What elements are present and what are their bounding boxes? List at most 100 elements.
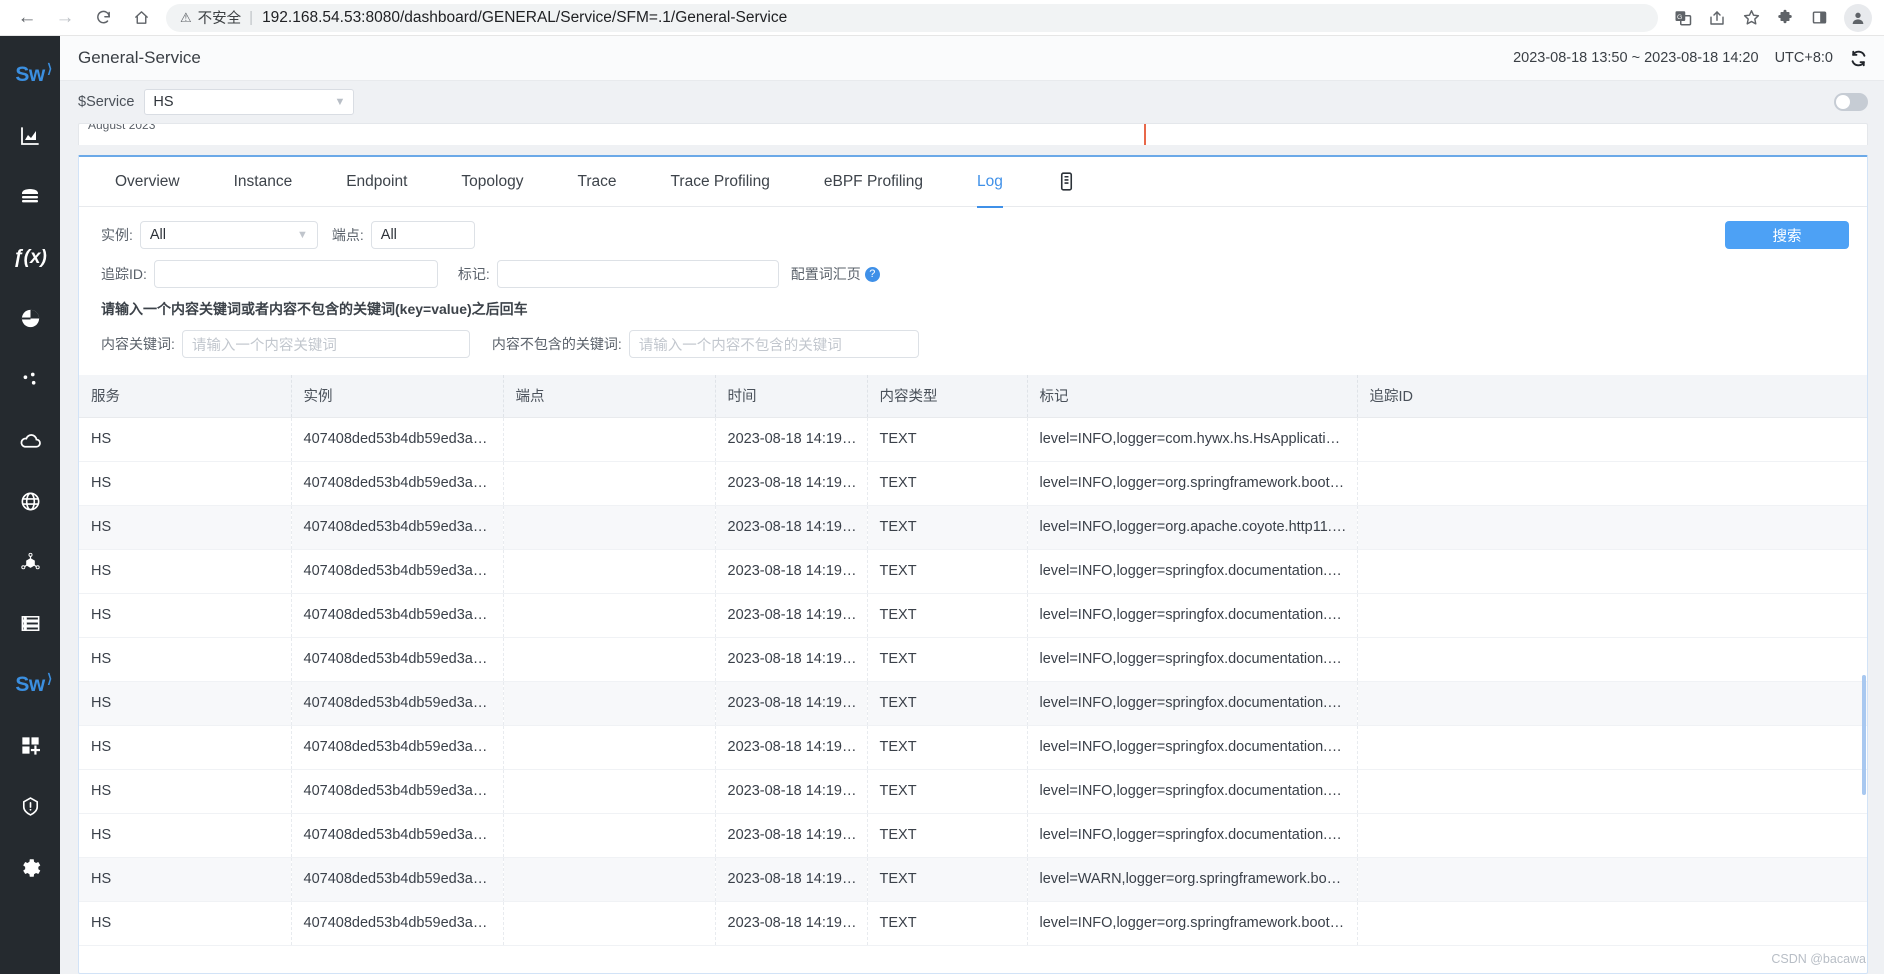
keyword-input[interactable]: 请输入一个内容关键词 [181,330,470,358]
sidebar-item-logo[interactable]: Sw ⟩ [0,44,60,105]
cell-service: HS [79,857,292,902]
endpoint-input-value: All [380,227,397,243]
tags-input[interactable] [496,260,779,288]
cell-tags: level=INFO,logger=com.hywx.hs.HsApplicat… [1027,417,1358,462]
sidebar-item-cloud[interactable] [0,410,60,471]
cell-endpoint [503,769,716,814]
copy-document-icon[interactable] [1057,171,1076,192]
sidebar-item-scatter[interactable] [0,349,60,410]
sidebar: Sw ⟩ ƒ(x) Sw ⟩ [0,36,60,974]
table-row[interactable]: HS 407408ded53b4db59ed3abf636… 2023-08-18 … [79,417,1867,462]
table-row[interactable]: HS 407408ded53b4db59ed3abf636… 2023-08-18 … [79,637,1867,682]
cell-time: 2023-08-18 14:19:52 [715,769,868,814]
gear-icon [18,856,42,880]
table-row[interactable]: HS 407408ded53b4db59ed3abf636… 2023-08-18 … [79,681,1867,726]
cell-instance: 407408ded53b4db59ed3abf636… [291,769,504,814]
column-header-service[interactable]: 服务 [79,375,292,418]
sidebar-item-network[interactable] [0,471,60,532]
endpoint-filter-label: 端点: [331,227,364,243]
table-row[interactable]: HS 407408ded53b4db59ed3abf636… 2023-08-18 … [79,725,1867,770]
forward-arrow-icon[interactable]: → [46,3,84,33]
cell-time: 2023-08-18 14:19:53 [715,417,868,462]
share-icon[interactable] [1702,3,1732,33]
reload-icon[interactable] [84,3,122,33]
cell-endpoint [503,417,716,462]
table-row[interactable]: HS 407408ded53b4db59ed3abf636… 2023-08-18 … [79,857,1867,902]
cell-trace-id [1357,857,1867,902]
tab-trace[interactable]: Trace [577,158,616,208]
app-root: Sw ⟩ ƒ(x) Sw ⟩ General-Service 2023-08-1… [0,36,1884,974]
table-row[interactable]: HS 407408ded53b4db59ed3abf636… 2023-08-18 … [79,769,1867,814]
auto-refresh-toggle[interactable] [1834,93,1868,111]
service-select[interactable]: HS ▼ [144,89,355,115]
cell-instance: 407408ded53b4db59ed3abf636… [291,461,504,506]
tab-instance[interactable]: Instance [234,158,293,208]
column-header-time[interactable]: 时间 [715,375,868,418]
side-panel-icon[interactable] [1804,3,1834,33]
instance-filter-label: 实例: [101,227,133,243]
question-mark-icon[interactable]: ? [864,266,880,282]
log-table: 服务 实例 端点 时间 内容类型 标记 追踪ID HS 407408ded53b4… [79,375,1867,946]
column-header-content-type[interactable]: 内容类型 [867,375,1028,418]
column-header-trace-id[interactable]: 追踪ID [1357,375,1867,418]
table-scrollbar[interactable] [1861,375,1867,973]
cell-tags: level=INFO,logger=springfox.documentatio… [1027,725,1358,770]
cloud-icon [18,428,43,453]
sidebar-item-pie[interactable] [0,288,60,349]
sidebar-item-skywalking[interactable]: Sw ⟩ [0,654,60,715]
home-icon[interactable] [122,3,160,33]
sidebar-item-settings[interactable] [0,837,60,898]
endpoint-input[interactable]: All [370,221,475,249]
instance-select[interactable]: All ▼ [139,221,318,249]
exclude-keyword-input[interactable]: 请输入一个内容不包含的关键词 [628,330,919,358]
sidebar-item-topology[interactable] [0,532,60,593]
time-range-picker[interactable]: 2023-08-18 13:50 ~ 2023-08-18 14:20 [1513,50,1759,66]
tab-trace-profiling[interactable]: Trace Profiling [671,158,770,208]
search-button[interactable]: 搜索 [1725,221,1849,249]
column-header-instance[interactable]: 实例 [291,375,504,418]
cell-time: 2023-08-18 14:19:52 [715,813,868,858]
cell-endpoint [503,857,716,902]
cell-content-type: TEXT [867,681,1028,726]
cell-time: 2023-08-18 14:19:53 [715,637,868,682]
page-header: General-Service 2023-08-18 13:50 ~ 2023-… [60,36,1884,81]
table-row[interactable]: HS 407408ded53b4db59ed3abf636… 2023-08-18 … [79,505,1867,550]
vocab-config-link[interactable]: 配置词汇页 [791,264,861,284]
star-icon[interactable] [1736,3,1766,33]
timeline-chart-strip[interactable]: August 2023 [78,123,1868,145]
puzzle-piece-icon[interactable] [1770,3,1800,33]
account-avatar-icon[interactable] [1844,3,1872,32]
table-row[interactable]: HS 407408ded53b4db59ed3abf636… 2023-08-18 … [79,901,1867,946]
tab-endpoint[interactable]: Endpoint [346,158,407,208]
refresh-icon[interactable] [1849,49,1868,68]
address-bar[interactable]: ⚠ 不安全 | 192.168.54.53:8080/dashboard/GEN… [166,3,1658,32]
trace-id-input[interactable] [153,260,438,288]
sidebar-item-database[interactable] [0,166,60,227]
translate-icon[interactable]: G [1668,3,1698,33]
tab-topology[interactable]: Topology [461,158,523,208]
column-header-endpoint[interactable]: 端点 [503,375,716,418]
table-scrollbar-thumb[interactable] [1862,675,1866,795]
table-row[interactable]: HS 407408ded53b4db59ed3abf636… 2023-08-18 … [79,593,1867,638]
log-panel-card: Overview Instance Endpoint Topology Trac… [78,155,1868,974]
search-row-1: 实例: All ▼ 端点: All [101,221,1849,249]
table-row[interactable]: HS 407408ded53b4db59ed3abf636… 2023-08-18 … [79,461,1867,506]
sidebar-item-function[interactable]: ƒ(x) [0,227,60,288]
sidebar-item-add-dashboard[interactable] [0,715,60,776]
cell-service: HS [79,549,292,594]
table-row[interactable]: HS 407408ded53b4db59ed3abf636… 2023-08-18 … [79,549,1867,594]
cell-content-type: TEXT [867,593,1028,638]
sidebar-item-alarm[interactable] [0,776,60,837]
tab-overview[interactable]: Overview [115,158,180,208]
back-arrow-icon[interactable]: ← [8,3,46,33]
log-search-panel: 实例: All ▼ 端点: All 追踪ID: 标记: 配置词汇页 ? 请输入一… [79,207,1867,375]
table-row[interactable]: HS 407408ded53b4db59ed3abf636… 2023-08-18 … [79,813,1867,858]
sidebar-item-general-service[interactable] [0,105,60,166]
tab-log[interactable]: Log [976,158,1003,208]
auto-refresh-toggle-wrap [1834,93,1868,111]
sidebar-item-list[interactable] [0,593,60,654]
layout-gap [60,145,1884,155]
tab-ebpf-profiling[interactable]: eBPF Profiling [824,158,923,208]
column-header-tags[interactable]: 标记 [1027,375,1358,418]
cell-content-type: TEXT [867,505,1028,550]
